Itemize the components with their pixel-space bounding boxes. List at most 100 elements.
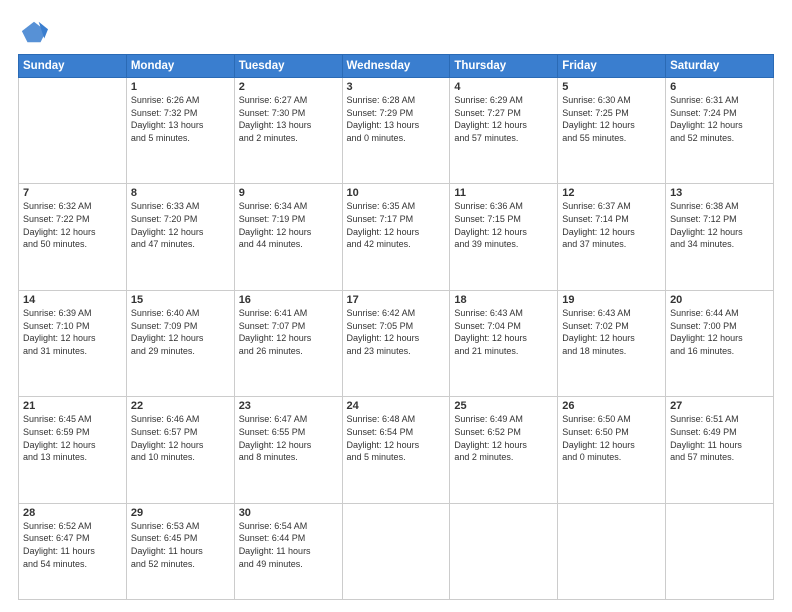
day-number: 6 (670, 81, 769, 93)
calendar-cell: 13Sunrise: 6:38 AM Sunset: 7:12 PM Dayli… (666, 184, 774, 290)
calendar-cell: 26Sunrise: 6:50 AM Sunset: 6:50 PM Dayli… (558, 397, 666, 503)
calendar-cell (666, 503, 774, 599)
day-number: 8 (131, 187, 230, 199)
calendar-cell: 16Sunrise: 6:41 AM Sunset: 7:07 PM Dayli… (234, 290, 342, 396)
day-info: Sunrise: 6:40 AM Sunset: 7:09 PM Dayligh… (131, 307, 230, 357)
day-number: 9 (239, 187, 338, 199)
day-number: 19 (562, 294, 661, 306)
calendar-cell: 28Sunrise: 6:52 AM Sunset: 6:47 PM Dayli… (19, 503, 127, 599)
day-header-wednesday: Wednesday (342, 55, 450, 78)
day-number: 3 (347, 81, 446, 93)
day-info: Sunrise: 6:47 AM Sunset: 6:55 PM Dayligh… (239, 413, 338, 463)
day-info: Sunrise: 6:51 AM Sunset: 6:49 PM Dayligh… (670, 413, 769, 463)
day-number: 29 (131, 507, 230, 519)
calendar-cell: 18Sunrise: 6:43 AM Sunset: 7:04 PM Dayli… (450, 290, 558, 396)
calendar-cell: 4Sunrise: 6:29 AM Sunset: 7:27 PM Daylig… (450, 78, 558, 184)
day-info: Sunrise: 6:50 AM Sunset: 6:50 PM Dayligh… (562, 413, 661, 463)
logo (18, 18, 48, 46)
calendar-cell: 10Sunrise: 6:35 AM Sunset: 7:17 PM Dayli… (342, 184, 450, 290)
calendar-cell: 27Sunrise: 6:51 AM Sunset: 6:49 PM Dayli… (666, 397, 774, 503)
day-info: Sunrise: 6:48 AM Sunset: 6:54 PM Dayligh… (347, 413, 446, 463)
calendar-week-row: 1Sunrise: 6:26 AM Sunset: 7:32 PM Daylig… (19, 78, 774, 184)
day-number: 16 (239, 294, 338, 306)
day-info: Sunrise: 6:33 AM Sunset: 7:20 PM Dayligh… (131, 200, 230, 250)
day-info: Sunrise: 6:54 AM Sunset: 6:44 PM Dayligh… (239, 520, 338, 570)
day-info: Sunrise: 6:38 AM Sunset: 7:12 PM Dayligh… (670, 200, 769, 250)
day-number: 30 (239, 507, 338, 519)
day-number: 28 (23, 507, 122, 519)
day-number: 18 (454, 294, 553, 306)
day-header-saturday: Saturday (666, 55, 774, 78)
day-info: Sunrise: 6:43 AM Sunset: 7:04 PM Dayligh… (454, 307, 553, 357)
day-info: Sunrise: 6:32 AM Sunset: 7:22 PM Dayligh… (23, 200, 122, 250)
calendar-cell (450, 503, 558, 599)
calendar-cell: 2Sunrise: 6:27 AM Sunset: 7:30 PM Daylig… (234, 78, 342, 184)
day-info: Sunrise: 6:30 AM Sunset: 7:25 PM Dayligh… (562, 94, 661, 144)
day-info: Sunrise: 6:49 AM Sunset: 6:52 PM Dayligh… (454, 413, 553, 463)
calendar-cell (558, 503, 666, 599)
calendar-cell: 29Sunrise: 6:53 AM Sunset: 6:45 PM Dayli… (126, 503, 234, 599)
day-number: 12 (562, 187, 661, 199)
day-number: 2 (239, 81, 338, 93)
calendar-cell: 25Sunrise: 6:49 AM Sunset: 6:52 PM Dayli… (450, 397, 558, 503)
day-number: 17 (347, 294, 446, 306)
calendar-cell (19, 78, 127, 184)
day-info: Sunrise: 6:53 AM Sunset: 6:45 PM Dayligh… (131, 520, 230, 570)
header (18, 18, 774, 46)
calendar-cell (342, 503, 450, 599)
day-number: 26 (562, 400, 661, 412)
calendar-cell: 11Sunrise: 6:36 AM Sunset: 7:15 PM Dayli… (450, 184, 558, 290)
calendar-cell: 7Sunrise: 6:32 AM Sunset: 7:22 PM Daylig… (19, 184, 127, 290)
day-header-sunday: Sunday (19, 55, 127, 78)
day-info: Sunrise: 6:35 AM Sunset: 7:17 PM Dayligh… (347, 200, 446, 250)
day-number: 24 (347, 400, 446, 412)
day-info: Sunrise: 6:45 AM Sunset: 6:59 PM Dayligh… (23, 413, 122, 463)
calendar-cell: 15Sunrise: 6:40 AM Sunset: 7:09 PM Dayli… (126, 290, 234, 396)
day-info: Sunrise: 6:52 AM Sunset: 6:47 PM Dayligh… (23, 520, 122, 570)
day-number: 1 (131, 81, 230, 93)
day-number: 22 (131, 400, 230, 412)
day-number: 15 (131, 294, 230, 306)
day-number: 13 (670, 187, 769, 199)
calendar-cell: 14Sunrise: 6:39 AM Sunset: 7:10 PM Dayli… (19, 290, 127, 396)
day-number: 20 (670, 294, 769, 306)
calendar-week-row: 21Sunrise: 6:45 AM Sunset: 6:59 PM Dayli… (19, 397, 774, 503)
day-header-friday: Friday (558, 55, 666, 78)
calendar-cell: 17Sunrise: 6:42 AM Sunset: 7:05 PM Dayli… (342, 290, 450, 396)
day-number: 7 (23, 187, 122, 199)
calendar-cell: 12Sunrise: 6:37 AM Sunset: 7:14 PM Dayli… (558, 184, 666, 290)
day-number: 11 (454, 187, 553, 199)
page: SundayMondayTuesdayWednesdayThursdayFrid… (0, 0, 792, 612)
calendar-cell: 21Sunrise: 6:45 AM Sunset: 6:59 PM Dayli… (19, 397, 127, 503)
calendar-cell: 20Sunrise: 6:44 AM Sunset: 7:00 PM Dayli… (666, 290, 774, 396)
day-number: 27 (670, 400, 769, 412)
day-info: Sunrise: 6:39 AM Sunset: 7:10 PM Dayligh… (23, 307, 122, 357)
day-info: Sunrise: 6:34 AM Sunset: 7:19 PM Dayligh… (239, 200, 338, 250)
day-number: 10 (347, 187, 446, 199)
day-info: Sunrise: 6:31 AM Sunset: 7:24 PM Dayligh… (670, 94, 769, 144)
day-number: 25 (454, 400, 553, 412)
calendar-cell: 5Sunrise: 6:30 AM Sunset: 7:25 PM Daylig… (558, 78, 666, 184)
logo-icon (20, 18, 48, 46)
calendar-cell: 24Sunrise: 6:48 AM Sunset: 6:54 PM Dayli… (342, 397, 450, 503)
day-info: Sunrise: 6:37 AM Sunset: 7:14 PM Dayligh… (562, 200, 661, 250)
day-info: Sunrise: 6:42 AM Sunset: 7:05 PM Dayligh… (347, 307, 446, 357)
day-info: Sunrise: 6:44 AM Sunset: 7:00 PM Dayligh… (670, 307, 769, 357)
day-number: 5 (562, 81, 661, 93)
calendar-table: SundayMondayTuesdayWednesdayThursdayFrid… (18, 54, 774, 600)
calendar-cell: 19Sunrise: 6:43 AM Sunset: 7:02 PM Dayli… (558, 290, 666, 396)
day-header-tuesday: Tuesday (234, 55, 342, 78)
day-number: 4 (454, 81, 553, 93)
day-info: Sunrise: 6:36 AM Sunset: 7:15 PM Dayligh… (454, 200, 553, 250)
day-header-monday: Monday (126, 55, 234, 78)
day-info: Sunrise: 6:46 AM Sunset: 6:57 PM Dayligh… (131, 413, 230, 463)
day-info: Sunrise: 6:41 AM Sunset: 7:07 PM Dayligh… (239, 307, 338, 357)
day-info: Sunrise: 6:29 AM Sunset: 7:27 PM Dayligh… (454, 94, 553, 144)
calendar-cell: 30Sunrise: 6:54 AM Sunset: 6:44 PM Dayli… (234, 503, 342, 599)
day-number: 14 (23, 294, 122, 306)
calendar-week-row: 28Sunrise: 6:52 AM Sunset: 6:47 PM Dayli… (19, 503, 774, 599)
calendar-cell: 22Sunrise: 6:46 AM Sunset: 6:57 PM Dayli… (126, 397, 234, 503)
calendar-cell: 3Sunrise: 6:28 AM Sunset: 7:29 PM Daylig… (342, 78, 450, 184)
calendar-week-row: 7Sunrise: 6:32 AM Sunset: 7:22 PM Daylig… (19, 184, 774, 290)
calendar-cell: 23Sunrise: 6:47 AM Sunset: 6:55 PM Dayli… (234, 397, 342, 503)
